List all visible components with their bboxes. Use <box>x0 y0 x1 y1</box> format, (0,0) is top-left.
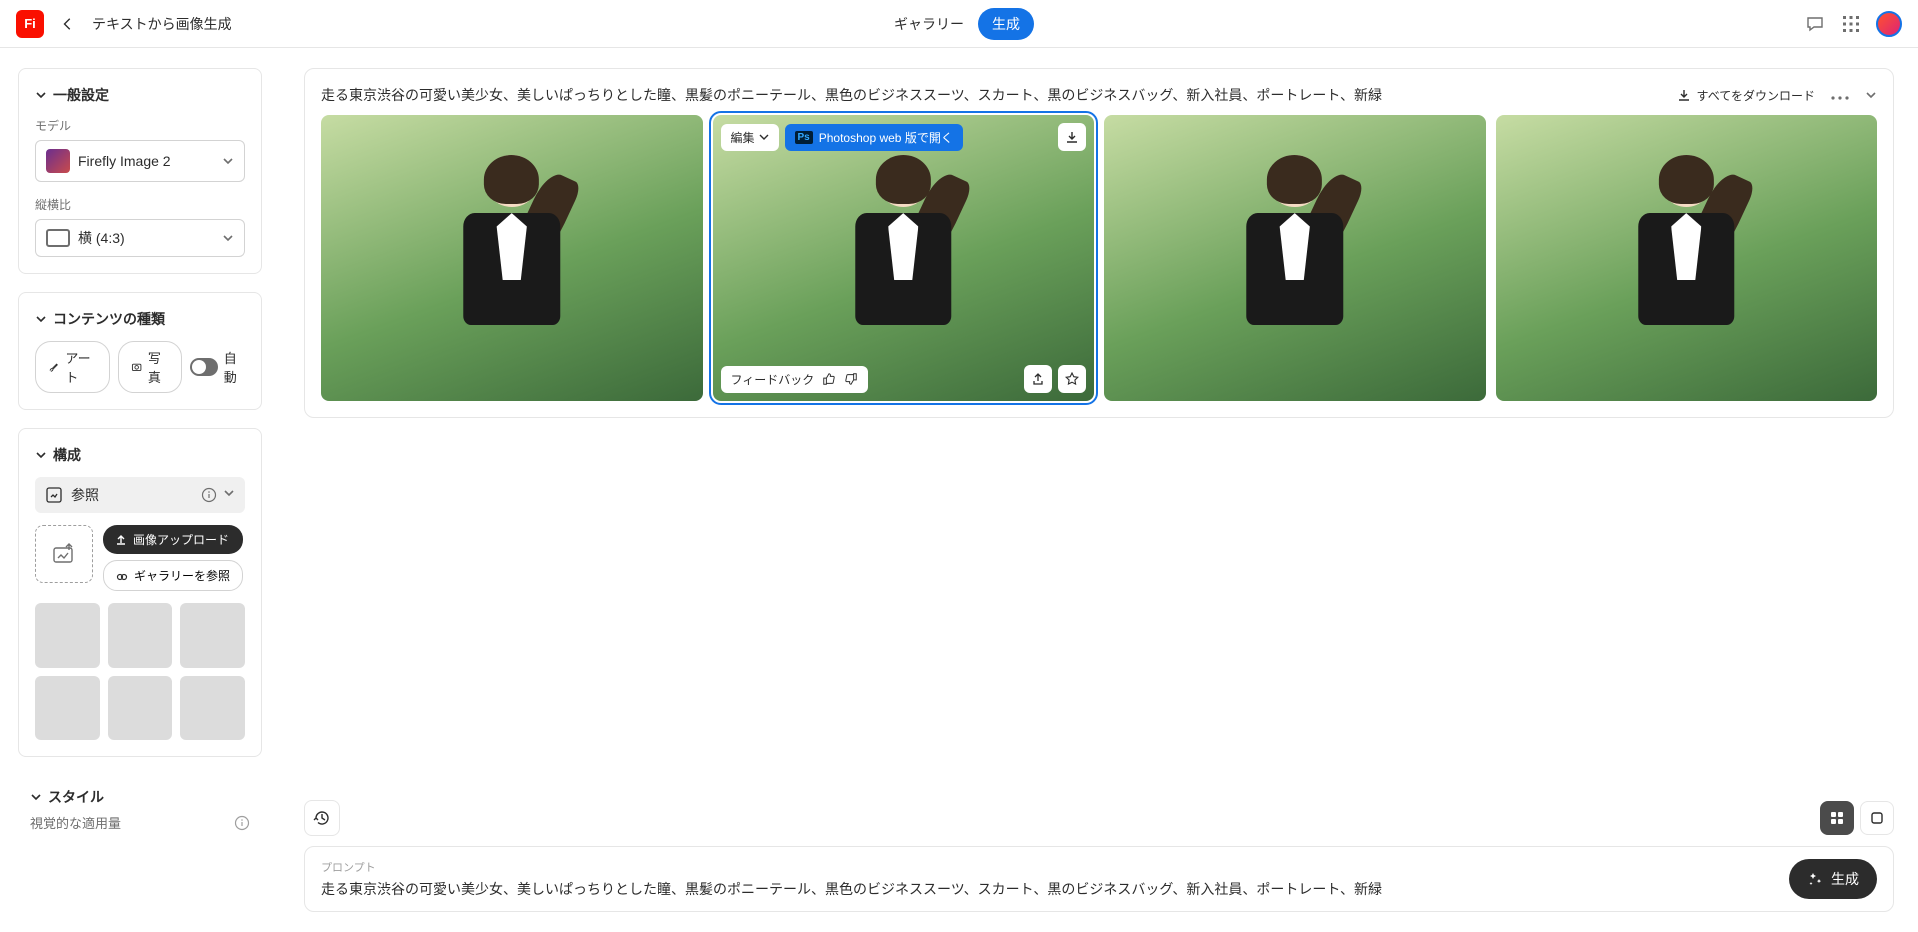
art-pill[interactable]: アート <box>35 341 110 393</box>
avatar[interactable] <box>1876 11 1902 37</box>
sidebar: 一般設定 モデル Firefly Image 2 縦横比 横 (4:3) コンテ… <box>0 48 280 932</box>
binoculars-icon <box>116 570 128 582</box>
result-image-2[interactable]: 編集 PsPhotoshop web 版で開く フィードバック <box>713 115 1095 401</box>
prompt-label: プロンプト <box>321 859 1777 875</box>
ref-thumb-2[interactable] <box>108 603 173 668</box>
thumbs-down-icon[interactable] <box>844 372 858 386</box>
download-image-button[interactable] <box>1058 123 1086 151</box>
image-upload-icon <box>50 540 78 568</box>
more-menu[interactable] <box>1831 87 1849 103</box>
history-icon <box>313 809 331 827</box>
prompt-input[interactable]: 走る東京渋谷の可愛い美少女、美しいぱっちりとした瞳、黒髪のポニーテール、黒色のビ… <box>321 879 1777 899</box>
info-icon[interactable] <box>234 815 250 831</box>
history-button[interactable] <box>304 800 340 836</box>
browse-gallery-button[interactable]: ギャラリーを参照 <box>103 560 243 591</box>
download-icon <box>1677 88 1691 102</box>
firefly-logo[interactable]: Fi <box>16 10 44 38</box>
gallery-link[interactable]: ギャラリー <box>884 8 974 40</box>
model-value: Firefly Image 2 <box>78 153 214 169</box>
ref-thumb-5[interactable] <box>108 676 173 741</box>
section-content-type[interactable]: コンテンツの種類 <box>35 309 245 329</box>
section-style[interactable]: スタイル <box>30 787 250 807</box>
square-icon <box>1869 810 1885 826</box>
result-image-4[interactable] <box>1496 115 1878 401</box>
ref-thumb-6[interactable] <box>180 676 245 741</box>
model-select[interactable]: Firefly Image 2 <box>35 140 245 182</box>
reference-tag[interactable]: 参照 <box>35 477 245 513</box>
photo-pill[interactable]: 写真 <box>118 341 182 393</box>
generate-button-top[interactable]: 生成 <box>978 8 1034 40</box>
upload-image-button[interactable]: 画像アップロード <box>103 525 243 554</box>
chevron-down-icon[interactable] <box>1865 89 1877 101</box>
composition-title: 構成 <box>53 445 81 465</box>
section-general[interactable]: 一般設定 <box>35 85 245 105</box>
upload-icon <box>115 534 127 546</box>
results-card: 走る東京渋谷の可愛い美少女、美しいぱっちりとした瞳、黒髪のポニーテール、黒色のビ… <box>304 68 1894 418</box>
back-button[interactable] <box>56 12 80 36</box>
auto-label: 自動 <box>224 348 245 386</box>
model-label: モデル <box>35 117 245 134</box>
style-title: スタイル <box>48 787 104 807</box>
ref-thumb-3[interactable] <box>180 603 245 668</box>
camera-icon <box>131 360 142 374</box>
auto-toggle[interactable] <box>190 358 218 376</box>
favorite-button[interactable] <box>1058 365 1086 393</box>
download-all-button[interactable]: すべてをダウンロード <box>1677 87 1815 104</box>
comment-icon[interactable] <box>1804 13 1826 35</box>
reference-icon <box>45 486 63 504</box>
apps-icon[interactable] <box>1840 13 1862 35</box>
visual-label: 視覚的な適用量 <box>30 813 121 832</box>
chevron-down-icon <box>759 132 769 142</box>
reference-grid <box>35 603 245 740</box>
share-icon <box>1031 372 1045 386</box>
result-image-1[interactable] <box>321 115 703 401</box>
edit-button[interactable]: 編集 <box>721 124 779 151</box>
ref-thumb-1[interactable] <box>35 603 100 668</box>
chevron-down-icon <box>222 155 234 167</box>
chevron-down-icon <box>222 232 234 244</box>
ref-thumb-4[interactable] <box>35 676 100 741</box>
open-photoshop-button[interactable]: PsPhotoshop web 版で開く <box>785 124 963 151</box>
info-icon[interactable] <box>201 487 217 503</box>
feedback-chip: フィードバック <box>721 366 869 393</box>
chevron-down-icon[interactable] <box>223 487 235 499</box>
aspect-value: 横 (4:3) <box>78 228 214 248</box>
brush-icon <box>48 360 59 374</box>
aspect-select[interactable]: 横 (4:3) <box>35 219 245 257</box>
prompt-bar: プロンプト 走る東京渋谷の可愛い美少女、美しいぱっちりとした瞳、黒髪のポニーテー… <box>304 846 1894 912</box>
section-composition[interactable]: 構成 <box>35 445 245 465</box>
content-type-title: コンテンツの種類 <box>53 309 165 329</box>
page-title: テキストから画像生成 <box>92 14 232 34</box>
generate-icon <box>1807 871 1823 887</box>
download-icon <box>1065 130 1079 144</box>
thumbs-up-icon[interactable] <box>822 372 836 386</box>
single-view-button[interactable] <box>1860 801 1894 835</box>
general-title: 一般設定 <box>53 85 109 105</box>
aspect-label: 縦横比 <box>35 196 245 213</box>
generate-button[interactable]: 生成 <box>1789 859 1877 899</box>
grid-icon <box>1829 810 1845 826</box>
result-prompt: 走る東京渋谷の可愛い美少女、美しいぱっちりとした瞳、黒髪のポニーテール、黒色のビ… <box>321 85 1661 105</box>
share-button[interactable] <box>1024 365 1052 393</box>
result-image-3[interactable] <box>1104 115 1486 401</box>
star-icon <box>1065 372 1079 386</box>
upload-dropzone[interactable] <box>35 525 93 583</box>
top-bar: Fi テキストから画像生成 ギャラリー 生成 <box>0 0 1918 48</box>
ps-icon: Ps <box>795 131 813 144</box>
grid-view-button[interactable] <box>1820 801 1854 835</box>
